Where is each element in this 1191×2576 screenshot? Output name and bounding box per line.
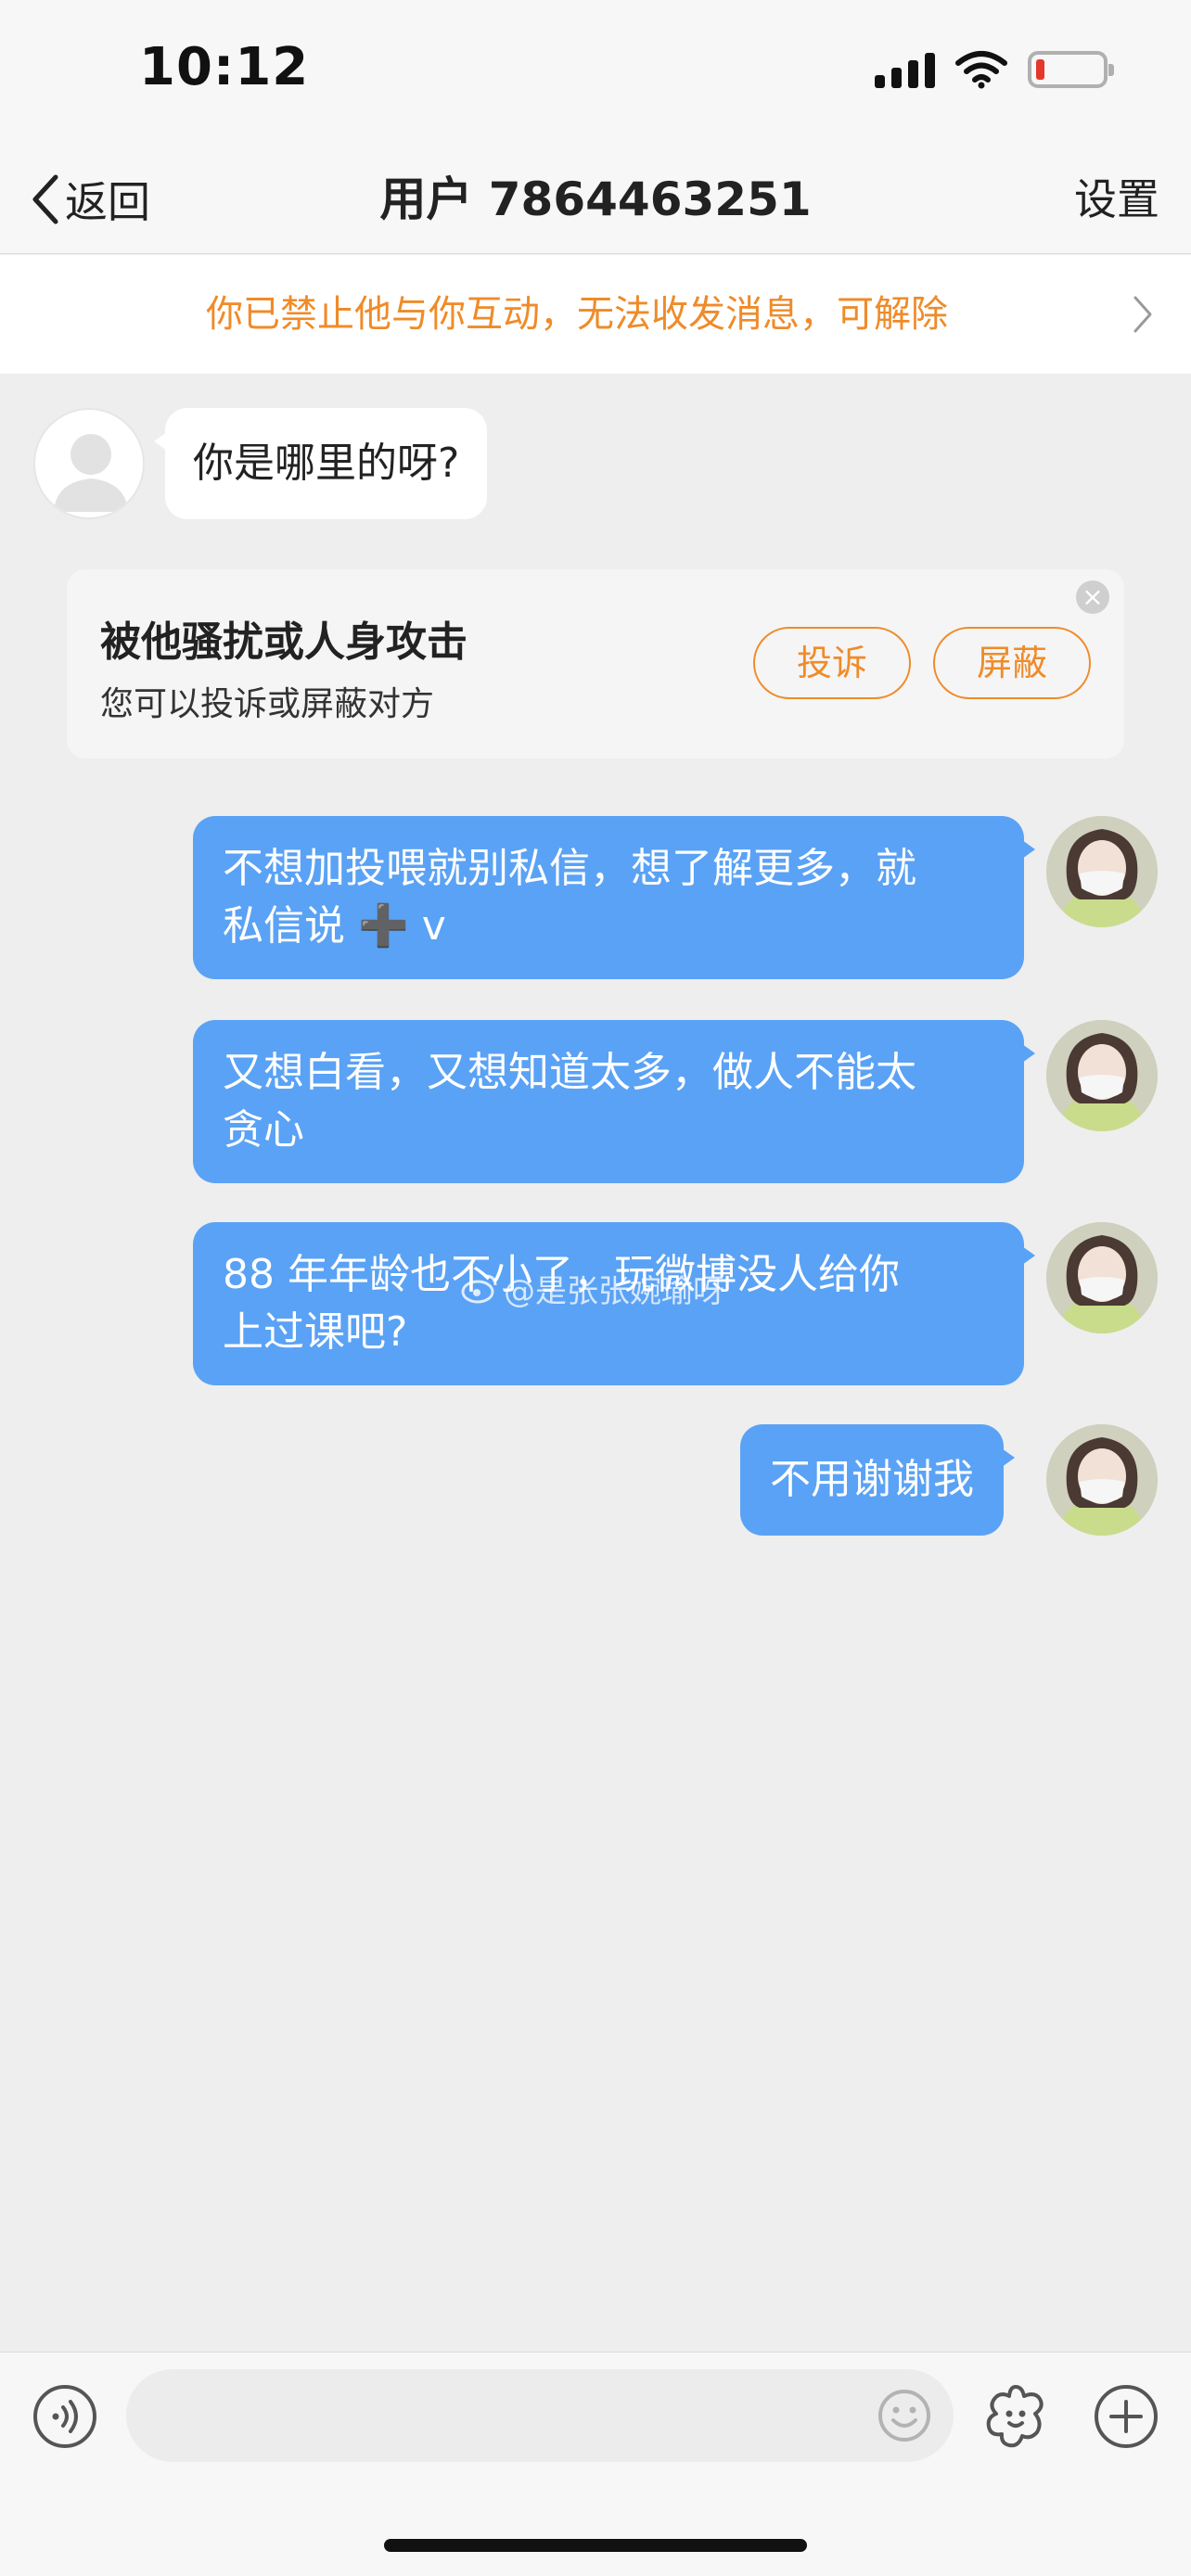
home-indicator[interactable] [384, 2539, 807, 2552]
block-notice-banner[interactable]: 你已禁止他与你互动，无法收发消息，可解除 [0, 255, 1191, 374]
emoji-icon[interactable] [877, 2389, 931, 2442]
weibo-watermark: @是张张婉瑜呀 [461, 1265, 724, 1311]
chevron-right-icon [1133, 296, 1152, 333]
watermark-text: @是张张婉瑜呀 [504, 1272, 724, 1310]
outgoing-message-bubble[interactable]: 又想白看，又想知道太多，做人不能太 贪心 [193, 1020, 1035, 1183]
status-icons [875, 46, 1114, 93]
harassment-report-card: 被他骚扰或人身攻击 您可以投诉或屏蔽对方 投诉 屏蔽 × [67, 569, 1124, 759]
plus-icon[interactable] [1093, 2383, 1159, 2450]
message-text: 你是哪里的呀? [193, 440, 460, 487]
back-label: 返回 [65, 177, 150, 227]
incoming-message-bubble[interactable]: 你是哪里的呀? [153, 408, 488, 519]
outgoing-message-bubble[interactable]: 不想加投喂就别私信，想了解更多，就 私信说 ➕ v [193, 816, 1035, 979]
report-card-subtitle: 您可以投诉或屏蔽对方 [100, 685, 435, 723]
chevron-left-icon [32, 174, 58, 224]
message-line: 不想加投喂就别私信，想了解更多，就 [223, 845, 916, 892]
status-bar: 10:12 [0, 0, 1191, 148]
battery-icon [1028, 51, 1114, 88]
outgoing-message-bubble[interactable]: 不用谢谢我 [740, 1424, 1015, 1536]
sender-avatar[interactable] [33, 408, 145, 519]
profile-photo-icon [1046, 1222, 1158, 1333]
report-card-title: 被他骚扰或人身攻击 [100, 618, 467, 666]
message-line: 贪心 [223, 1106, 304, 1154]
my-avatar[interactable] [1046, 1424, 1158, 1536]
sticker-icon[interactable] [981, 2382, 1050, 2451]
weibo-logo-icon [461, 1274, 497, 1304]
profile-photo-icon [1046, 1424, 1158, 1536]
block-button[interactable]: 屏蔽 [933, 627, 1091, 699]
settings-button[interactable]: 设置 [1074, 167, 1159, 232]
default-user-icon [54, 434, 128, 512]
voice-icon[interactable] [32, 2383, 98, 2450]
profile-photo-icon [1046, 1020, 1158, 1131]
message-line: 私信说 ➕ v [223, 902, 446, 950]
my-avatar[interactable] [1046, 1020, 1158, 1131]
close-icon[interactable]: × [1076, 580, 1109, 614]
message-line: 又想白看，又想知道太多，做人不能太 [223, 1049, 916, 1096]
message-text: 不用谢谢我 [770, 1456, 974, 1503]
wifi-icon [955, 51, 1007, 89]
status-time: 10:12 [139, 37, 310, 97]
page-title: 用户 7864463251 [379, 172, 812, 226]
my-avatar[interactable] [1046, 816, 1158, 927]
profile-photo-icon [1046, 816, 1158, 927]
message-input[interactable] [126, 2369, 954, 2462]
my-avatar[interactable] [1046, 1222, 1158, 1333]
nav-bar: 用户 7864463251 返回 设置 [0, 148, 1191, 254]
complain-button[interactable]: 投诉 [753, 627, 911, 699]
cellular-signal-icon [875, 51, 935, 88]
back-button[interactable]: 返回 [28, 167, 150, 232]
battery-level [1036, 59, 1044, 80]
message-line: 上过课吧? [223, 1308, 408, 1356]
block-notice-text: 你已禁止他与你互动，无法收发消息，可解除 [206, 293, 948, 336]
